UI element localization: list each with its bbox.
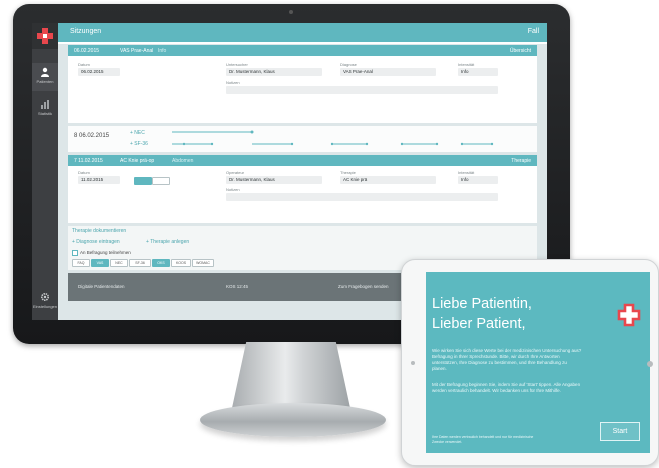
survey-chip[interactable]: NEC <box>110 259 128 267</box>
session-title: AC Knie prä-op <box>120 158 155 164</box>
add-diagnosis-link[interactable]: + Diagnose eintragen <box>72 239 120 245</box>
therapy-link[interactable]: Therapie <box>511 158 531 164</box>
date-field[interactable]: 06.02.2015 <box>78 68 120 76</box>
score-row-nec[interactable]: + NEC <box>130 130 145 136</box>
intro-paragraph: Wie wirken Sie sich diese Werte bei der … <box>432 348 582 371</box>
session-date: 7 11.02.2015 <box>74 158 103 164</box>
greeting-line-1: Liebe Patientin, <box>432 296 532 312</box>
session-card-2: 7 11.02.2015 AC Knie prä-op Abdomen Ther… <box>68 155 537 223</box>
monitor-stand-base <box>200 403 386 437</box>
surgeon-field[interactable]: Dr. Mustermann, Klaus <box>226 176 322 184</box>
diagnosis-field[interactable]: VAS Prae-Anal <box>340 68 436 76</box>
logo <box>32 23 58 49</box>
monitor-stand-neck <box>232 342 350 408</box>
session-subtitle: Abdomen <box>172 158 194 164</box>
score-sliders[interactable] <box>172 126 512 152</box>
bar-chart-icon <box>41 100 49 109</box>
date-label: Datum <box>78 170 90 175</box>
overview-link[interactable]: Übersicht <box>510 48 531 54</box>
survey-chip[interactable]: WOMAC <box>192 259 214 267</box>
sidebar-item-label: Einstellungen <box>32 304 58 309</box>
intensity-label: Intensität <box>458 62 475 67</box>
document-therapy-link[interactable]: Therapie dokumentieren <box>72 228 126 234</box>
therapy-field[interactable]: AC Knie prä <box>340 176 436 184</box>
tablet-screen: Liebe Patientin, Lieber Patient, Wie wir… <box>426 272 650 453</box>
sidebar-item-statistik[interactable]: Statistik <box>32 95 58 123</box>
session-card-1: 06.02.2015 VAS Prae-Anal Info Übersicht … <box>68 45 537 123</box>
survey-chip[interactable]: SF-36 <box>129 259 151 267</box>
instruction-paragraph: Mit der Befragung beginnen Sie, indem Si… <box>432 382 581 393</box>
user-icon <box>41 67 49 77</box>
notes-field[interactable] <box>226 86 498 94</box>
webcam <box>289 10 293 14</box>
tablet-frame: Liebe Patientin, Lieber Patient, Wie wir… <box>401 259 659 466</box>
toggle-on[interactable] <box>134 177 152 185</box>
cross-logo-icon <box>37 28 53 44</box>
sidebar: Patienten Statistik Einstellungen <box>32 23 58 320</box>
therapy-label: Therapie <box>340 170 356 175</box>
examiner-field[interactable]: Dr. Mustermann, Klaus <box>226 68 322 76</box>
add-therapy-link[interactable]: + Therapie anlegen <box>146 239 189 245</box>
date-field[interactable]: 11.02.2015 <box>78 176 120 184</box>
session-title: VAS Prae-Anal <box>120 48 154 54</box>
send-questionnaire-button[interactable]: Zum Fragebogen senden <box>338 284 389 289</box>
page-title: Sitzungen <box>70 28 102 35</box>
session-header[interactable]: 7 11.02.2015 AC Knie prä-op Abdomen Ther… <box>68 155 537 166</box>
survey-chip[interactable]: VAS <box>91 259 109 267</box>
sidebar-item-einstellungen[interactable]: Einstellungen <box>32 288 58 316</box>
surgeon-label: Operateur <box>226 170 245 175</box>
examiner-label: Untersucher <box>226 62 248 67</box>
session-date: 06.02.2015 <box>74 48 100 54</box>
date-label: Datum <box>78 62 90 67</box>
score-card: 8 06.02.2015 + NEC + SF-36 <box>68 126 537 152</box>
gear-icon <box>40 292 50 302</box>
tablet-camera <box>411 361 415 365</box>
score-row-sf36[interactable]: + SF-36 <box>130 141 148 147</box>
notes-field[interactable] <box>226 193 498 201</box>
case-button[interactable]: Fall <box>528 28 539 35</box>
top-bar: Sitzungen Fall <box>58 23 547 44</box>
survey-chip[interactable]: KOOS <box>171 259 191 267</box>
score-date: 8 06.02.2015 <box>74 133 110 139</box>
privacy-note: Ihre Daten werden vertraulich behandelt … <box>432 435 534 444</box>
intensity-label: Intensität <box>458 170 475 175</box>
survey-chip[interactable]: FAQ <box>72 259 90 267</box>
sidebar-item-label: Statistik <box>37 111 52 116</box>
survey-chip[interactable]: OKS <box>152 259 170 267</box>
survey-checkbox[interactable] <box>72 250 78 256</box>
intensity-select[interactable]: Info <box>458 68 498 76</box>
footer-left-text: Digitale Patientendaten <box>78 284 125 289</box>
notes-label: Notizen <box>226 80 240 85</box>
greeting-line-2: Lieber Patient, <box>432 316 526 332</box>
cross-logo-icon <box>617 303 641 327</box>
intensity-select[interactable]: Info <box>458 176 498 184</box>
notes-label: Notizen <box>226 187 240 192</box>
session-header[interactable]: 06.02.2015 VAS Prae-Anal Info Übersicht <box>68 45 537 56</box>
sidebar-item-patienten[interactable]: Patienten <box>32 63 58 91</box>
footer-mid-text: KOS 12:45 <box>226 284 249 289</box>
start-button[interactable]: Start <box>600 422 640 441</box>
session-subtitle: Info <box>158 48 167 54</box>
toggle-off[interactable] <box>152 177 170 185</box>
survey-checkbox-label: An Befragung teilnehmen <box>80 250 131 255</box>
tablet-home-button[interactable] <box>647 361 653 367</box>
diagnosis-label: Diagnose <box>340 62 357 67</box>
sidebar-item-label: Patienten <box>36 79 54 84</box>
